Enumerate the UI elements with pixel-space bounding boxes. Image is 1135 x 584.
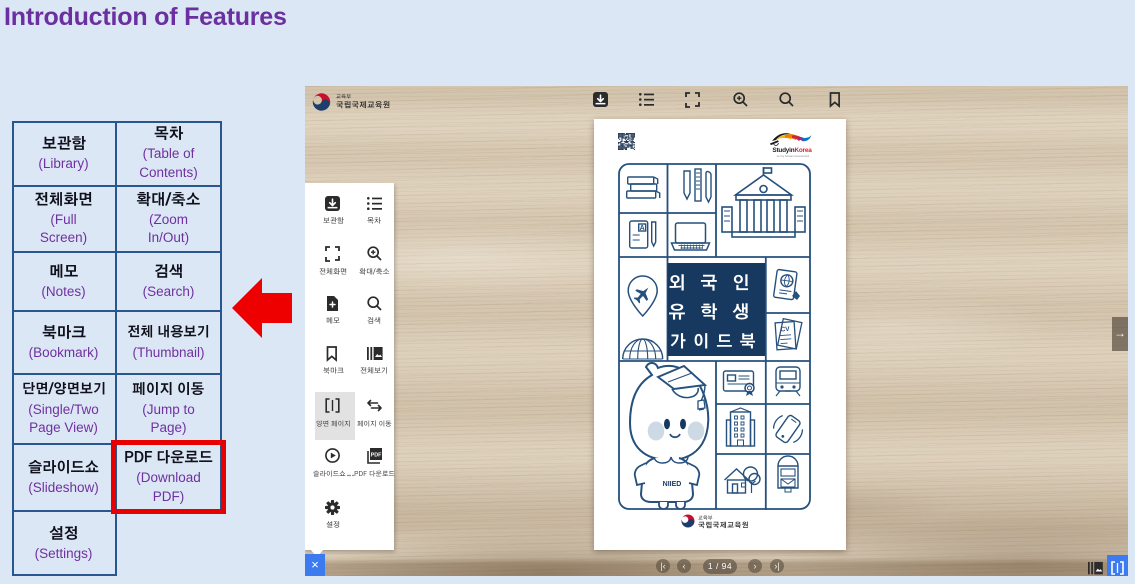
svg-text:NIIED: NIIED: [663, 481, 682, 488]
svg-text:run by Korean Government: run by Korean Government: [777, 154, 810, 158]
svg-text:A: A: [640, 225, 645, 232]
svg-text:StudyinKorea: StudyinKorea: [772, 147, 812, 154]
svg-text:CV: CV: [780, 326, 790, 334]
